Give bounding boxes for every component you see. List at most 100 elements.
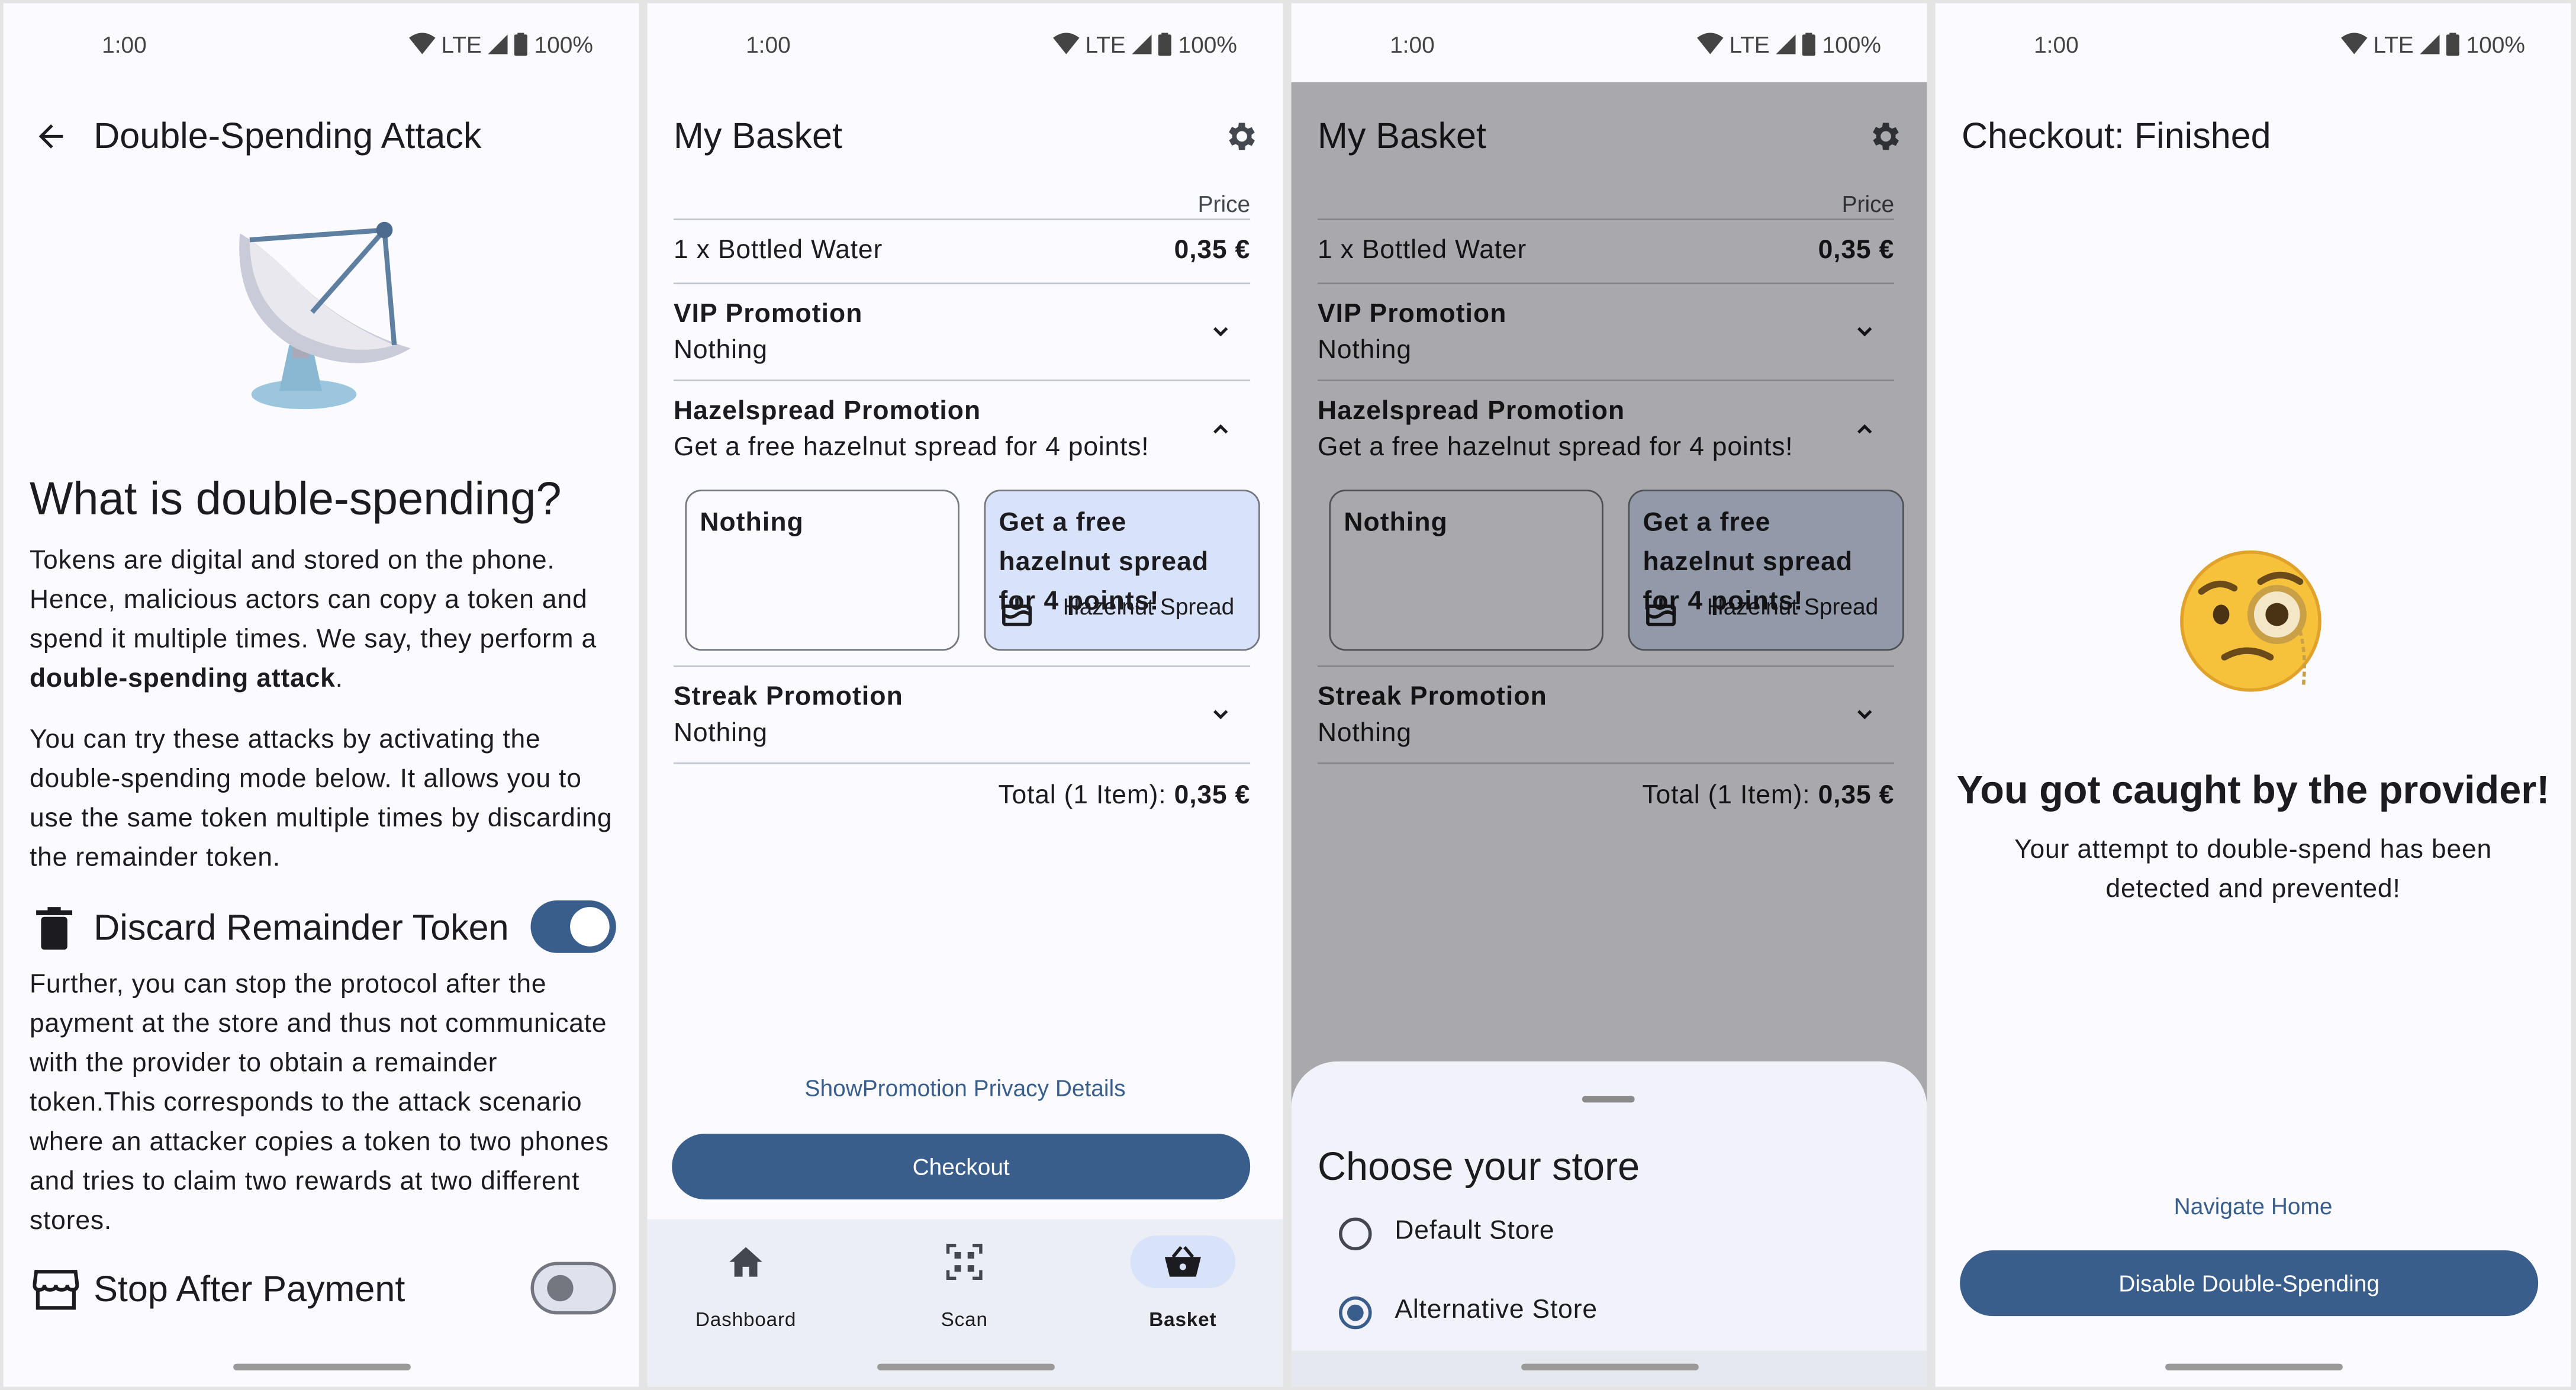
phone-screen-basket: 1:00 LTE 100% My Basket Price 1 x Bottle… (647, 3, 1283, 1387)
nav-pill (912, 1235, 1017, 1288)
bottom-navigation: Dashboard Scan Basket (647, 1219, 1283, 1387)
page-title: My Basket (673, 115, 843, 156)
caught-headline: You got caught by the provider! (1956, 768, 2550, 813)
page-title: Double-Spending Attack (94, 115, 482, 156)
satellite-dish-icon (239, 221, 411, 410)
store-option-default[interactable]: Default Store (1292, 1206, 1927, 1265)
hazelspread-promotion-value: Get a free hazelnut spread for 4 points! (673, 433, 1149, 462)
phone-screen-basket-store-sheet: 1:00 LTE 100% My Basket Price 1 x Bottle… (1291, 3, 1927, 1387)
page-title: Checkout: Finished (1961, 115, 2271, 156)
radio-alternative-store[interactable] (1339, 1296, 1372, 1330)
status-time: 1:00 (1390, 31, 1435, 58)
gesture-bar[interactable] (232, 1363, 410, 1370)
discard-remainder-label: Discard Remainder Token (94, 907, 509, 948)
battery-icon (1802, 33, 1816, 56)
back-arrow-icon[interactable] (33, 118, 69, 155)
navigate-home-button[interactable]: Navigate Home (1936, 1193, 2571, 1219)
wifi-icon (1696, 33, 1723, 54)
stop-after-payment-toggle[interactable] (530, 1262, 616, 1315)
nav-basket-label: Basket (1149, 1308, 1217, 1331)
battery-icon (514, 33, 528, 56)
hazelspread-promotion-row[interactable]: Hazelspread Promotion Get a free hazelnu… (648, 381, 1283, 477)
chevron-down-icon (1213, 327, 1228, 337)
battery-icon (2446, 33, 2460, 56)
sheet-title: Choose your store (1317, 1145, 1640, 1190)
signal-icon (2420, 34, 2440, 54)
cake-icon (1002, 598, 1032, 626)
caught-message: Your attempt to double-spend has been de… (2014, 836, 2493, 904)
basket-item-price: 0,35 € (1174, 236, 1251, 265)
network-label: LTE (441, 31, 482, 58)
privacy-details-link[interactable]: ShowPromotion Privacy Details (648, 1074, 1283, 1101)
nav-scan[interactable]: Scan (866, 1235, 1063, 1331)
explanation-paragraph: Tokens are digital and stored on the pho… (30, 542, 621, 700)
hazelspread-promotion-title: Hazelspread Promotion (673, 397, 981, 426)
wifi-icon (408, 33, 435, 54)
battery-label: 100% (1822, 31, 1881, 58)
phone-screen-double-spending-info: 1:00 LTE 100% Double-Spending Attack Wha… (3, 3, 639, 1387)
store-bottom-sheet: Choose your store Default Store Alternat… (1291, 1061, 1927, 1387)
instructions-paragraph: You can try these attacks by activating … (29, 726, 613, 873)
radio-default-store[interactable] (1339, 1217, 1372, 1251)
toggle-knob (547, 1275, 574, 1302)
explanation-end: . (335, 665, 343, 694)
divider (673, 762, 1251, 764)
option-nothing-label: Nothing (700, 509, 804, 538)
battery-icon (1158, 33, 1172, 56)
qr-scan-icon (946, 1244, 983, 1280)
total-value: 0,35 € (1174, 782, 1251, 810)
discard-remainder-toggle[interactable] (530, 900, 616, 953)
vip-promotion-value: Nothing (673, 336, 768, 365)
status-bar: 1:00 LTE 100% (648, 4, 1283, 82)
battery-label: 100% (2466, 31, 2525, 58)
status-icons: LTE 100% (1696, 31, 1881, 57)
nav-pill-active (1130, 1235, 1236, 1288)
face-with-monocle-icon (2180, 550, 2321, 692)
nav-basket[interactable]: Basket (1084, 1235, 1281, 1331)
explanation-text: Tokens are digital and stored on the pho… (29, 547, 597, 654)
store-option-alternative[interactable]: Alternative Store (1292, 1285, 1927, 1344)
vip-promotion-title: VIP Promotion (673, 300, 863, 329)
section-heading: What is double-spending? (29, 473, 562, 525)
stop-after-payment-label: Stop After Payment (94, 1268, 405, 1310)
nav-scan-label: Scan (941, 1308, 988, 1331)
basket-total: Total (1 Item): 0,35 € (999, 782, 1251, 812)
store-icon (33, 1270, 79, 1310)
network-label: LTE (1085, 31, 1126, 58)
gesture-bar[interactable] (2164, 1363, 2342, 1370)
vip-promotion-row[interactable]: VIP Promotion Nothing (648, 284, 1283, 379)
checkout-button[interactable]: Checkout (672, 1134, 1251, 1200)
option-nothing-card[interactable]: Nothing (685, 490, 959, 651)
home-icon (729, 1247, 762, 1277)
signal-icon (488, 34, 508, 54)
battery-label: 100% (534, 31, 593, 58)
stop-protocol-paragraph: Further, you can stop the protocol after… (29, 971, 609, 1236)
status-icons: LTE 100% (1052, 31, 1237, 57)
trash-icon (36, 907, 73, 950)
sheet-drag-handle[interactable] (1582, 1096, 1635, 1103)
streak-promotion-row[interactable]: Streak Promotion Nothing (648, 667, 1283, 762)
chevron-up-icon (1213, 424, 1228, 434)
option-reward-card[interactable]: Get a free hazelnut spread for 4 points!… (984, 490, 1260, 651)
phone-screen-checkout-finished: 1:00 LTE 100% Checkout: Finished You got… (1935, 3, 2571, 1387)
network-label: LTE (1729, 31, 1770, 58)
explanation-bold: double-spending attack (29, 665, 336, 694)
status-bar: 1:00 LTE 100% (4, 4, 639, 82)
toggle-knob (570, 907, 610, 947)
store-option-alternative-label: Alternative Store (1395, 1296, 1598, 1325)
network-label: LTE (2373, 31, 2414, 58)
signal-icon (1776, 34, 1796, 54)
gesture-bar[interactable] (1520, 1363, 1698, 1370)
divider (673, 218, 1251, 220)
status-time: 1:00 (2034, 31, 2079, 58)
gear-icon[interactable] (1222, 118, 1258, 155)
disable-double-spending-button[interactable]: Disable Double-Spending (1960, 1250, 2539, 1317)
basket-icon (1164, 1246, 1201, 1277)
total-label: Total (1 Item): (998, 782, 1167, 810)
nav-dashboard[interactable]: Dashboard (648, 1235, 845, 1331)
option-reward-product: Hazelnut Spread (1062, 593, 1235, 620)
status-icons: LTE 100% (408, 31, 593, 57)
basket-item-name: 1 x Bottled Water (673, 236, 883, 265)
status-bar: 1:00 LTE 100% (1936, 4, 2571, 82)
gesture-bar[interactable] (876, 1363, 1054, 1370)
